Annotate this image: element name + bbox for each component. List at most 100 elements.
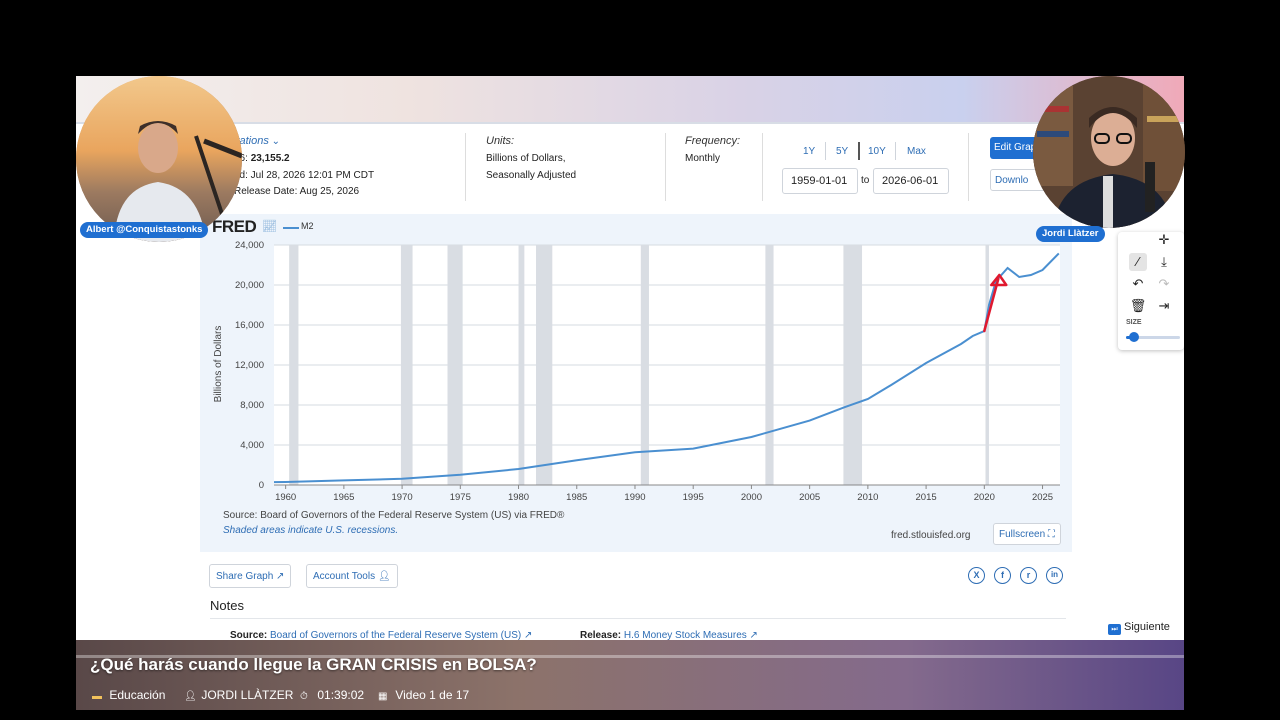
x-tick-label: 1990 — [624, 492, 645, 503]
y-tick-label: 0 — [259, 480, 264, 491]
skip-forward-icon: ⏭︎ — [1108, 624, 1121, 635]
start-date-input[interactable]: 1959-01-01 — [782, 168, 858, 194]
x-tick-label: 2000 — [741, 492, 762, 503]
share-graph-button[interactable]: Share Graph ↗ — [209, 564, 292, 588]
recession-band — [447, 245, 463, 485]
legend-swatch — [283, 227, 299, 229]
updated-date: ed: Jul 28, 2026 12:01 PM CDT — [234, 170, 375, 181]
playlist-icon: ▦ — [378, 691, 388, 702]
y-tick-label: 24,000 — [235, 240, 264, 251]
frequency-value: Monthly — [685, 153, 721, 164]
x-tick-label: 1975 — [450, 492, 471, 503]
x-tick-label: 2005 — [799, 492, 820, 503]
playlist-info[interactable]: ▦ Video 1 de 17 — [378, 688, 469, 702]
y-tick-label: 4,000 — [240, 440, 264, 451]
chart-source: Source: Board of Governors of the Federa… — [223, 510, 565, 521]
recession-band — [289, 245, 299, 485]
download-icon[interactable]: ⤓ — [1155, 253, 1173, 271]
recession-band — [400, 245, 413, 485]
range-5y[interactable]: 5Y — [836, 146, 848, 157]
recession-band — [640, 245, 649, 485]
x-tick-label: 2015 — [916, 492, 937, 503]
recession-band — [985, 245, 989, 485]
divider — [762, 133, 763, 201]
duration-info: ⏱︎ 01:39:02 — [300, 688, 364, 702]
frequency-label: Frequency: — [685, 135, 741, 147]
linkedin-share-icon[interactable]: in — [1046, 567, 1063, 584]
account-tools-button[interactable]: Account Tools 👤︎ — [306, 564, 398, 588]
expand-icon: ⛶ — [1047, 529, 1055, 540]
author-info[interactable]: 👤︎ JORDI LLÀTZER — [184, 688, 293, 702]
fred-site-label[interactable]: fred.stlouisfed.org — [891, 530, 971, 541]
range-1y[interactable]: 1Y — [803, 146, 815, 157]
y-tick-label: 12,000 — [235, 360, 264, 371]
notes-divider — [210, 618, 1066, 619]
drawing-toolbar — [1118, 232, 1184, 350]
x-tick-label: 2025 — [1032, 492, 1053, 503]
playlist-position: Video 1 de 17 — [395, 688, 470, 702]
end-date-input[interactable]: 2026-06-01 — [873, 168, 949, 194]
fullscreen-label: Fullscreen — [999, 529, 1046, 540]
recession-band — [536, 245, 553, 485]
divider — [858, 142, 860, 160]
webcam-albert — [76, 76, 242, 242]
next-label: Siguiente — [1124, 621, 1170, 633]
user-gear-icon: 👤︎ — [377, 571, 391, 582]
move-icon[interactable]: ✛ — [1155, 231, 1173, 249]
next-video-button[interactable]: ⏭︎ Siguiente — [1108, 621, 1170, 635]
divider — [665, 133, 666, 201]
video-title: ¿Qué harás cuando llegue la GRAN CRISIS … — [90, 655, 537, 674]
recession-band — [518, 245, 525, 485]
x-share-icon[interactable]: X — [968, 567, 985, 584]
divider — [465, 133, 466, 201]
y-tick-label: 20,000 — [235, 280, 264, 291]
range-max[interactable]: Max — [907, 146, 926, 157]
name-badge-left: Albert @Conquistastonks — [80, 222, 209, 238]
undo-icon[interactable]: ↶ — [1129, 275, 1147, 293]
units-line1: Billions of Dollars, — [486, 153, 566, 164]
x-tick-label: 1960 — [275, 492, 296, 503]
x-tick-label: 2020 — [974, 492, 995, 503]
duration-label: 01:39:02 — [317, 688, 365, 702]
fullscreen-button[interactable]: Fullscreen ⛶ — [993, 523, 1061, 545]
next-release-date[interactable]: Release Date: Aug 25, 2026 — [234, 186, 359, 197]
x-tick-label: 1995 — [683, 492, 704, 503]
user-icon: 👤︎ — [184, 691, 197, 702]
facebook-share-icon[interactable]: f — [994, 567, 1011, 584]
category-info[interactable]: ▬ Educación — [92, 688, 165, 702]
notes-heading: Notes — [210, 598, 244, 613]
chevron-down-icon[interactable]: ⌄ — [272, 136, 280, 147]
units-line2: Seasonally Adjusted — [486, 170, 577, 181]
recession-band — [843, 245, 863, 485]
exit-icon[interactable]: ⇥ — [1155, 297, 1173, 315]
divider — [825, 142, 826, 160]
category-label: Educación — [109, 688, 166, 702]
name-badge-right: Jordi Llàtzer — [1036, 226, 1105, 242]
units-label: Units: — [486, 135, 515, 147]
chart-icon: 📈︎ — [262, 219, 278, 233]
account-tools-label: Account Tools — [313, 571, 376, 582]
range-10y[interactable]: 10Y — [868, 146, 886, 157]
author-label: JORDI LLÀTZER — [201, 688, 294, 702]
share-graph-label: Share Graph — [216, 571, 274, 582]
stopwatch-icon: ⏱︎ — [300, 691, 308, 702]
recession-band — [765, 245, 774, 485]
date-to-label: to — [861, 175, 870, 186]
y-tick-label: 16,000 — [235, 320, 264, 331]
m2-line-chart[interactable]: 0 4,000 8,000 12,000 16,000 20,000 24,000 1960… — [202, 232, 1072, 522]
reddit-share-icon[interactable]: r — [1020, 567, 1037, 584]
y-axis-label: Billions of Dollars — [213, 326, 224, 403]
recession-note[interactable]: Shaded areas indicate U.S. recessions. — [223, 525, 398, 536]
trash-icon[interactable]: 🗑︎ — [1129, 297, 1147, 315]
y-tick-label: 8,000 — [240, 400, 264, 411]
webcam-jordi — [1033, 76, 1185, 228]
pen-icon[interactable]: ∕ — [1129, 253, 1147, 271]
x-tick-label: 1970 — [392, 492, 413, 503]
x-tick-label: 2010 — [857, 492, 878, 503]
divider — [895, 142, 896, 160]
external-link-icon: ↗ — [276, 571, 285, 582]
divider — [968, 133, 969, 201]
legend-label: M2 — [301, 221, 314, 231]
x-tick-label: 1980 — [508, 492, 529, 503]
redo-icon[interactable]: ↷ — [1155, 275, 1173, 293]
